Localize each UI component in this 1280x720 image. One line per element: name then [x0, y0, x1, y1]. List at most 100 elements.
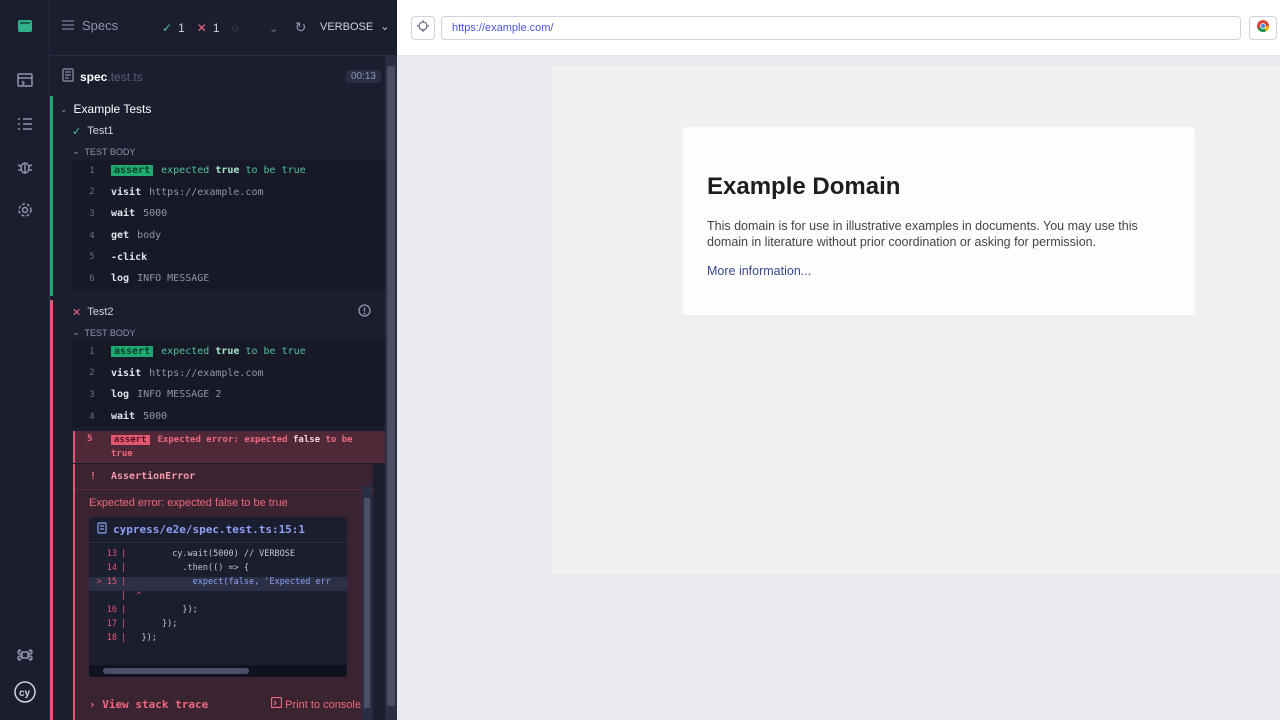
verbose-label: VERBOSE	[320, 21, 374, 33]
command-row[interactable]: 2 visit https://example.com	[73, 363, 385, 385]
failed-count: 1	[212, 20, 220, 35]
x-icon: ✕	[72, 306, 82, 319]
alert-circle-icon[interactable]	[358, 304, 371, 320]
command-number: 6	[89, 273, 95, 284]
command-message: body	[137, 230, 162, 242]
runs-icon[interactable]	[13, 68, 37, 92]
failed-x-icon: ✕	[196, 20, 207, 35]
code-text: });	[131, 605, 198, 615]
chevron-down-icon: ⌄	[380, 21, 390, 33]
chevron-down-icon: ⌄	[72, 327, 80, 337]
scrollbar-thumb[interactable]	[364, 498, 370, 708]
error-type: AssertionError	[111, 471, 196, 482]
left-nav: cy	[0, 0, 50, 720]
print-to-console-button[interactable]: Print to console	[271, 696, 361, 711]
command-name: assert	[111, 346, 154, 358]
failed-command-row[interactable]: 5 assert Expected error: expected false t…	[73, 431, 385, 463]
line-number: 18	[106, 633, 117, 643]
test-title-text: Test2	[87, 306, 114, 318]
browser-selector-button[interactable]	[1249, 16, 1277, 40]
code-frame: cypress/e2e/spec.test.ts:15:1 13 | cy.wai…	[89, 517, 347, 677]
reporter-scrollbar[interactable]	[385, 56, 397, 720]
code-horizontal-scrollbar[interactable]	[89, 665, 347, 677]
page-paragraph: This domain is for use in illustrative e…	[707, 219, 1138, 249]
rerun-icon[interactable]: ↻	[295, 19, 307, 36]
command-number: 5	[89, 252, 95, 263]
code-text: cy.wait(5000) // VERBOSE	[131, 549, 296, 559]
error-vertical-scrollbar[interactable]	[362, 486, 372, 720]
line-number: 16	[106, 605, 117, 615]
command-row[interactable]: 3 log INFO MESSAGE 2	[73, 384, 385, 406]
selector-playground-button[interactable]	[411, 16, 435, 40]
alert-icon: !	[89, 471, 97, 482]
test-body-header[interactable]: ⌄ TEST BODY	[72, 327, 135, 338]
passed-count: 1	[178, 20, 185, 35]
specs-toggle-button[interactable]: Specs	[62, 18, 118, 33]
debug-bug-icon[interactable]	[13, 155, 37, 179]
url-bar[interactable]: https://example.com/	[441, 16, 1241, 40]
command-number: 2	[89, 187, 95, 198]
chevron-down-icon: ⌄	[72, 146, 80, 156]
code-frame-file-link[interactable]: cypress/e2e/spec.test.ts:15:1	[89, 517, 347, 543]
collapse-chevron-icon[interactable]: ⌄	[269, 21, 279, 35]
more-information-link[interactable]: More information...	[707, 264, 811, 278]
command-row[interactable]: 1 assert expected true to be true	[73, 341, 385, 363]
error-message: Expected error: expected false to be tru…	[89, 497, 288, 509]
command-row[interactable]: 4 get body	[73, 225, 385, 247]
command-number: 3	[89, 208, 95, 219]
verbose-dropdown[interactable]: VERBOSE ⌄	[320, 20, 389, 33]
view-stack-trace-button[interactable]: › View stack trace	[89, 698, 208, 711]
command-log: ⌄ Example Tests ✓ Test1 ⌄ TEST BODY 1 as…	[50, 96, 385, 720]
command-number: 4	[89, 230, 95, 241]
pending-circle-icon: ◌	[231, 20, 239, 35]
command-message: INFO MESSAGE	[137, 273, 210, 285]
command-number: 5	[87, 434, 93, 444]
app-logo-icon[interactable]	[13, 14, 37, 38]
code-text: ^	[126, 591, 142, 601]
line-number: 13	[106, 549, 117, 559]
command-number: 1	[89, 165, 95, 176]
command-name: assert	[111, 165, 154, 177]
command-row[interactable]: 1 assert expected true to be true	[73, 160, 385, 182]
command-row[interactable]: 4 wait 5000	[73, 406, 385, 428]
test-body-header[interactable]: ⌄ TEST BODY	[72, 146, 135, 157]
aut-header: https://example.com/	[397, 0, 1280, 56]
suite-title[interactable]: ⌄ Example Tests	[60, 102, 151, 116]
aut-viewport: Example Domain This domain is for use in…	[552, 66, 1280, 574]
settings-gear-icon[interactable]	[13, 198, 37, 222]
command-row[interactable]: 3 wait 5000	[73, 203, 385, 225]
code-text: });	[131, 633, 157, 643]
command-message-value: true	[215, 165, 240, 177]
code-text: });	[131, 619, 178, 629]
test-title-test2[interactable]: ✕ Test2	[50, 302, 385, 322]
svg-text:cy: cy	[19, 688, 31, 699]
command-name: get	[111, 230, 130, 242]
chevron-right-icon: ›	[89, 697, 96, 711]
code-line-highlighted: > 15 | expect(false, 'Expected err	[89, 577, 347, 591]
command-name: visit	[111, 367, 142, 379]
command-row[interactable]: 6 log INFO MESSAGE	[73, 268, 385, 290]
command-name: visit	[111, 186, 142, 198]
command-row[interactable]: 5 -click	[73, 246, 385, 268]
error-header: ! AssertionError	[75, 464, 375, 490]
chrome-icon	[1257, 19, 1269, 37]
command-name: wait	[111, 208, 136, 220]
example-domain-card: Example Domain This domain is for use in…	[683, 127, 1195, 315]
scrollbar-thumb[interactable]	[103, 668, 249, 674]
reporter-header: Specs ✓ 1 ✕ 1 ◌ ⌄ ↻ VERBOSE ⌄	[50, 0, 397, 56]
command-message-end: true	[111, 449, 133, 459]
scrollbar-thumb[interactable]	[387, 66, 395, 706]
test-title-test1[interactable]: ✓ Test1	[50, 121, 385, 141]
line-number: > 15	[96, 577, 117, 587]
code-line: 14 | .then(() => {	[89, 563, 347, 577]
print-to-console-label: Print to console	[285, 699, 361, 711]
command-name: log	[111, 273, 130, 285]
error-footer: › View stack trace Print to console	[75, 692, 375, 716]
specs-list-icon[interactable]	[13, 112, 37, 136]
keyboard-shortcuts-icon[interactable]	[13, 643, 37, 667]
command-row[interactable]: 2 visit https://example.com	[73, 182, 385, 204]
line-number	[89, 591, 121, 605]
passed-check-icon: ✓	[162, 20, 173, 35]
view-stack-trace-label: View stack trace	[102, 697, 209, 711]
document-icon	[62, 68, 74, 87]
